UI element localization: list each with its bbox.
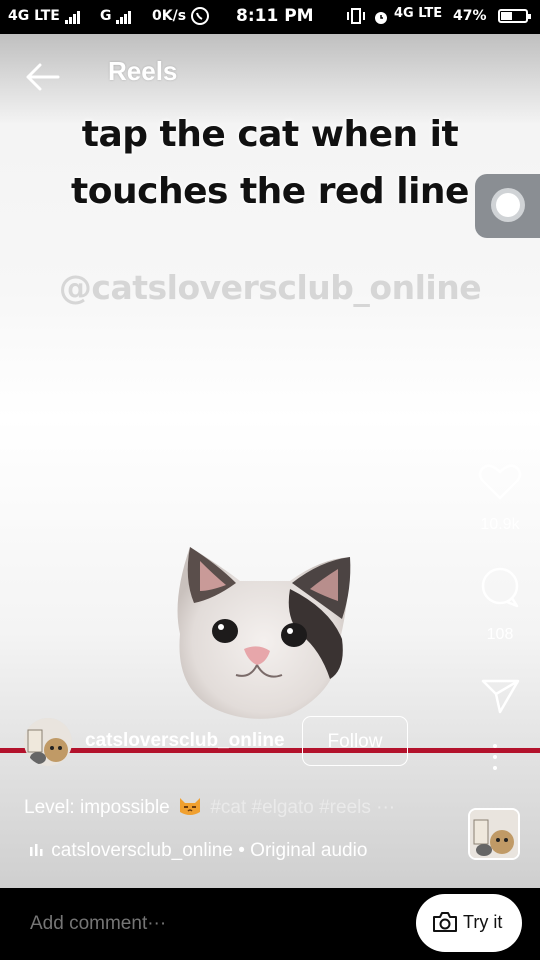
floating-assistive-button[interactable]	[475, 174, 540, 238]
vibrate-icon	[346, 7, 366, 29]
send-icon[interactable]	[460, 676, 540, 716]
video-caption: tap the cat when it touches the red line	[0, 106, 540, 220]
page-title: Reels	[108, 56, 178, 86]
caption-line-2: touches the red line	[71, 171, 469, 212]
network-second: G	[100, 8, 132, 24]
network-left: 4G LTE	[8, 8, 81, 24]
comment-button[interactable]	[460, 566, 540, 612]
clock: 8:11 PM	[236, 6, 314, 26]
like-button[interactable]	[460, 462, 540, 506]
battery-icon	[498, 9, 531, 23]
whatsapp-icon	[190, 6, 210, 30]
audio-row[interactable]: catsloversclub_online • Original audio	[30, 840, 367, 862]
network-right: 4G LTE	[394, 6, 443, 21]
caption-line-1: tap the cat when it	[81, 114, 459, 155]
signal-icon	[64, 8, 81, 24]
audio-label: Original audio	[250, 840, 368, 861]
comment-input[interactable]	[30, 913, 330, 935]
audio-separator: •	[238, 840, 245, 861]
share-button[interactable]	[460, 676, 540, 720]
audio-user: catsloversclub_online	[51, 840, 233, 861]
likes-count: 10.9k	[480, 516, 520, 533]
bottom-bar: Try it	[0, 888, 540, 960]
comments-count: 108	[486, 626, 514, 643]
battery-fill	[501, 12, 512, 20]
cat-emoji-icon	[177, 796, 203, 816]
audio-bars-icon	[30, 840, 46, 862]
post-hashtags[interactable]: #cat #elgato #reels ···	[210, 797, 395, 818]
network-second-label: G	[100, 8, 112, 24]
network-left-label: 4G LTE	[8, 8, 60, 24]
alarm-icon	[372, 8, 390, 30]
reel-video[interactable]: Reels tap the cat when it touches the re…	[0, 34, 540, 888]
more-vertical-icon[interactable]	[488, 744, 502, 776]
data-speed: 0K/s	[152, 8, 187, 24]
try-it-button[interactable]: Try it	[416, 894, 522, 952]
heart-icon[interactable]	[460, 462, 540, 502]
back-arrow-icon[interactable]	[24, 62, 60, 96]
camera-icon	[433, 912, 457, 932]
comment-bubble-icon[interactable]	[460, 566, 540, 608]
post-description[interactable]: Level: impossible #cat #elgato #reels ··…	[24, 796, 395, 819]
status-bar: 4G LTE G 0K/s 8:11 PM 4G LTE 47%	[0, 0, 540, 34]
avatar[interactable]	[24, 718, 72, 766]
audio-thumbnail[interactable]	[468, 808, 520, 860]
description-text: Level: impossible	[24, 797, 170, 818]
battery-percent: 47%	[453, 8, 487, 24]
signal-icon	[116, 8, 132, 24]
cat-image[interactable]	[170, 539, 356, 719]
try-it-label: Try it	[463, 912, 503, 932]
video-watermark: @catsloversclub_online	[58, 268, 482, 307]
follow-button[interactable]: Follow	[302, 716, 408, 766]
post-username[interactable]: catsloversclub_online	[85, 730, 285, 752]
